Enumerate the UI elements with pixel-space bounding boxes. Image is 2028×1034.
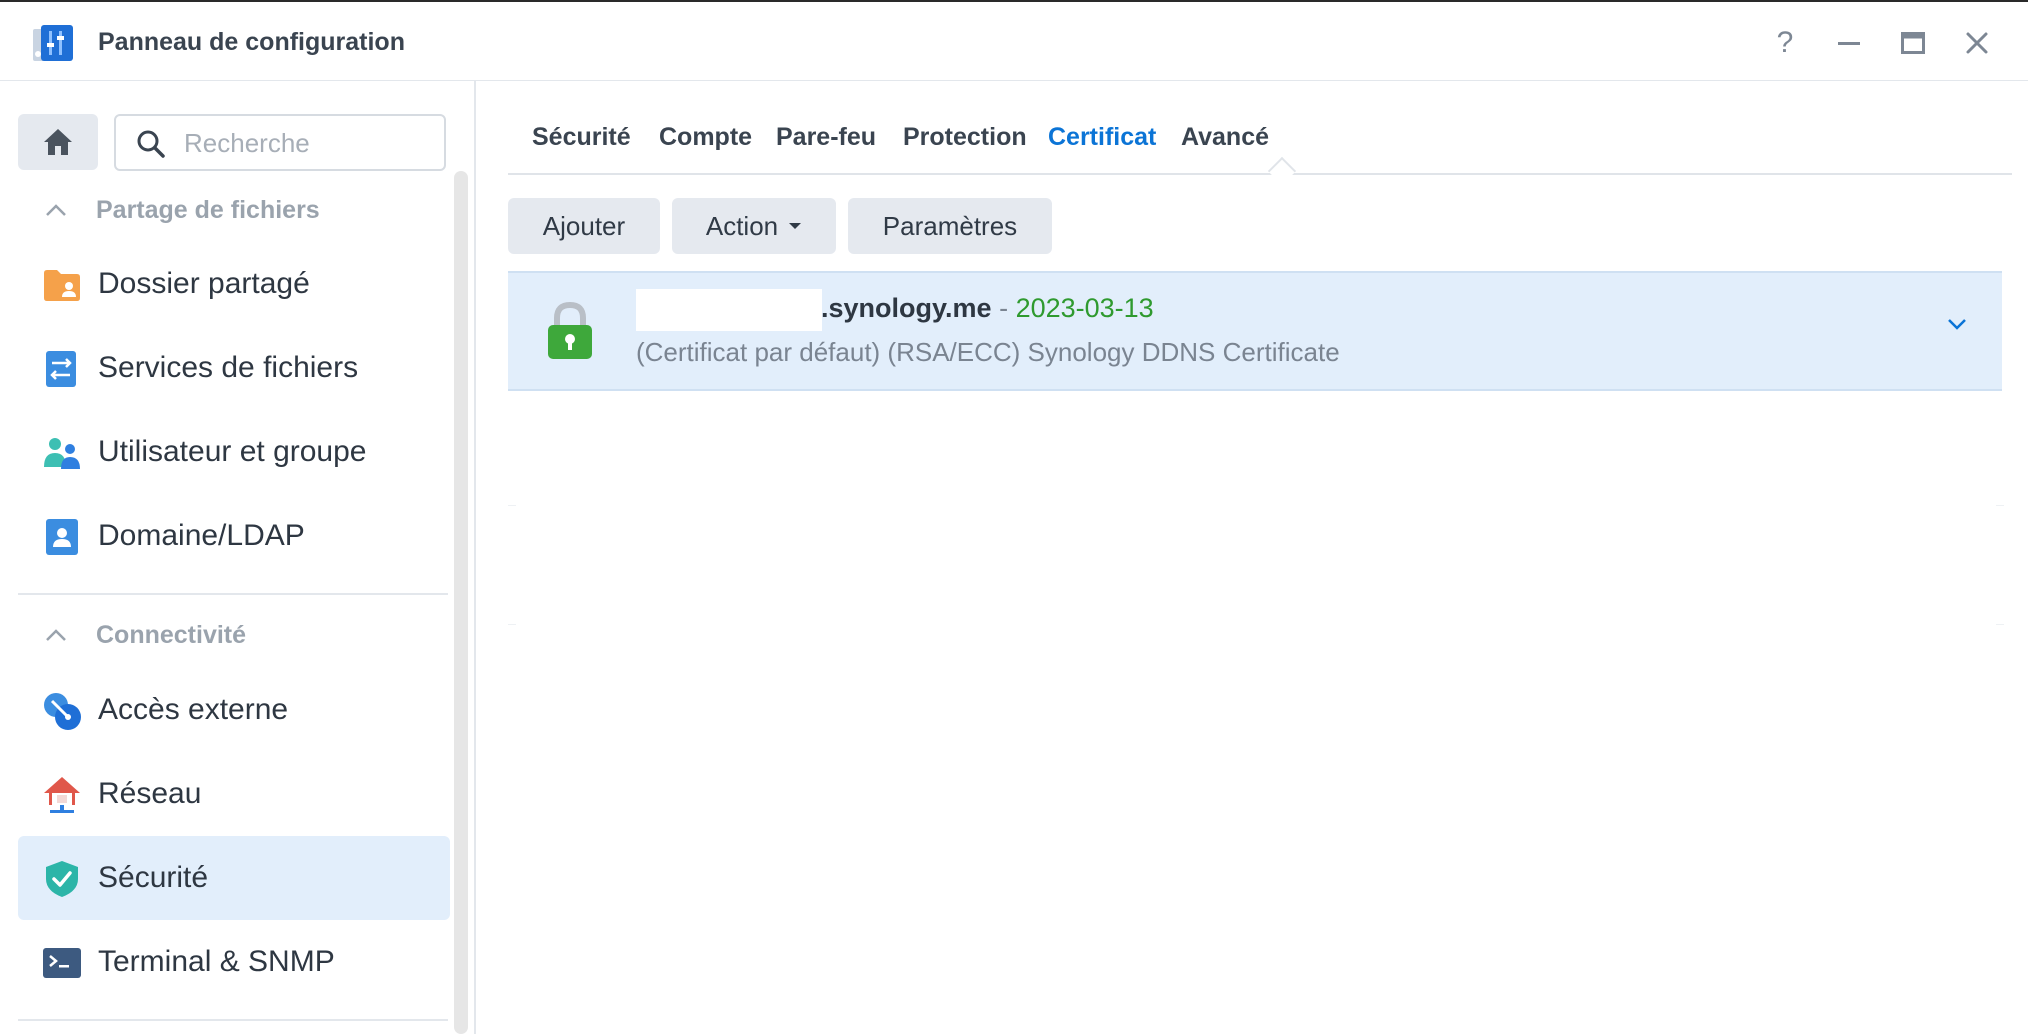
action-button-label: Action — [705, 210, 779, 241]
tab-security[interactable]: Sécurité — [532, 123, 631, 152]
minimize-icon — [1838, 42, 1860, 45]
sidebar-item-security[interactable]: Sécurité — [18, 836, 450, 920]
sidebar-item-domain-ldap[interactable]: Domaine/LDAP — [18, 494, 450, 578]
tab-certificate[interactable]: Certificat — [1048, 123, 1156, 152]
help-button[interactable]: ? — [1768, 26, 1802, 60]
sidebar-item-external-access[interactable]: Accès externe — [18, 668, 450, 752]
file-services-icon — [46, 351, 76, 387]
sidebar-item-label: Utilisateur et groupe — [98, 435, 367, 468]
sidebar-divider — [18, 1019, 448, 1021]
search-box[interactable] — [114, 114, 446, 171]
search-input[interactable] — [182, 124, 436, 162]
maximize-icon — [1901, 32, 1925, 54]
window-title: Panneau de configuration — [98, 28, 405, 56]
sidebar-item-shared-folder[interactable]: Dossier partagé — [18, 242, 450, 326]
sidebar-divider — [18, 593, 448, 595]
action-dropdown-button[interactable]: Action — [672, 198, 836, 254]
certificate-row[interactable]: .synology.me - 2023-03-13 (Certificat pa… — [508, 271, 2002, 391]
certificate-title: .synology.me - 2023-03-13 — [821, 293, 1154, 324]
home-button[interactable] — [18, 114, 98, 170]
sidebar-item-label: Sécurité — [98, 861, 209, 894]
lock-icon — [548, 301, 592, 359]
sidebar-item-label: Services de fichiers — [98, 351, 359, 384]
section-header-connectivity[interactable]: Connectivité — [44, 618, 246, 652]
help-icon: ? — [1776, 26, 1794, 59]
sidebar: Partage de fichiers Dossier partagé Serv… — [0, 81, 476, 1034]
list-gridline — [508, 505, 516, 506]
close-icon — [1966, 32, 1988, 54]
active-tab-indicator — [1267, 156, 1297, 186]
redacted-hostname — [636, 289, 822, 331]
section-label: Connectivité — [96, 620, 247, 649]
search-icon — [137, 130, 165, 158]
certificate-domain: .synology.me — [821, 293, 992, 323]
chevron-down-icon[interactable] — [1946, 317, 1968, 331]
sidebar-item-label: Domaine/LDAP — [98, 519, 305, 552]
security-shield-icon — [46, 861, 78, 897]
sidebar-item-label: Réseau — [98, 777, 202, 810]
minimize-button[interactable] — [1832, 26, 1866, 60]
certificate-expiry-date: 2023-03-13 — [1015, 293, 1154, 323]
domain-ldap-icon — [46, 519, 78, 555]
list-gridline — [1996, 505, 2004, 506]
external-access-icon — [44, 693, 81, 730]
certificate-description: (Certificat par défaut) (RSA/ECC) Synolo… — [636, 337, 1340, 367]
sidebar-item-terminal-snmp[interactable]: Terminal & SNMP — [18, 920, 450, 1004]
sidebar-item-label: Accès externe — [98, 693, 289, 726]
title-bar: Panneau de configuration ? — [0, 2, 2028, 81]
terminal-icon — [43, 948, 81, 978]
shared-folder-icon — [44, 270, 80, 301]
user-group-icon — [44, 438, 80, 469]
control-panel-app-icon — [33, 25, 73, 61]
caret-down-icon — [789, 223, 802, 229]
network-icon — [44, 777, 80, 813]
sidebar-scrollbar[interactable] — [454, 171, 468, 1034]
tab-account[interactable]: Compte — [659, 123, 752, 152]
sidebar-item-file-services[interactable]: Services de fichiers — [18, 326, 450, 410]
tab-protection[interactable]: Protection — [903, 123, 1027, 152]
close-button[interactable] — [1960, 26, 1994, 60]
list-gridline — [508, 624, 516, 625]
sidebar-item-label: Terminal & SNMP — [98, 945, 335, 978]
section-header-file-sharing[interactable]: Partage de fichiers — [44, 193, 320, 227]
sidebar-item-network[interactable]: Réseau — [18, 752, 450, 836]
sidebar-item-user-group[interactable]: Utilisateur et groupe — [18, 410, 450, 494]
tab-firewall[interactable]: Pare-feu — [776, 123, 876, 152]
list-gridline — [1996, 624, 2004, 625]
chevron-up-icon — [46, 629, 66, 641]
tab-bar: Sécurité Compte Pare-feu Protection Cert… — [508, 81, 2012, 186]
main-panel: Sécurité Compte Pare-feu Protection Cert… — [476, 81, 2028, 1034]
sidebar-item-label: Dossier partagé — [98, 267, 310, 300]
certificate-separator: - — [999, 293, 1009, 323]
maximize-button[interactable] — [1896, 26, 1930, 60]
settings-button[interactable]: Paramètres — [848, 198, 1052, 254]
section-label: Partage de fichiers — [96, 195, 320, 224]
add-button[interactable]: Ajouter — [508, 198, 660, 254]
home-icon — [44, 129, 72, 155]
chevron-up-icon — [46, 204, 66, 216]
tab-advanced[interactable]: Avancé — [1181, 123, 1269, 152]
